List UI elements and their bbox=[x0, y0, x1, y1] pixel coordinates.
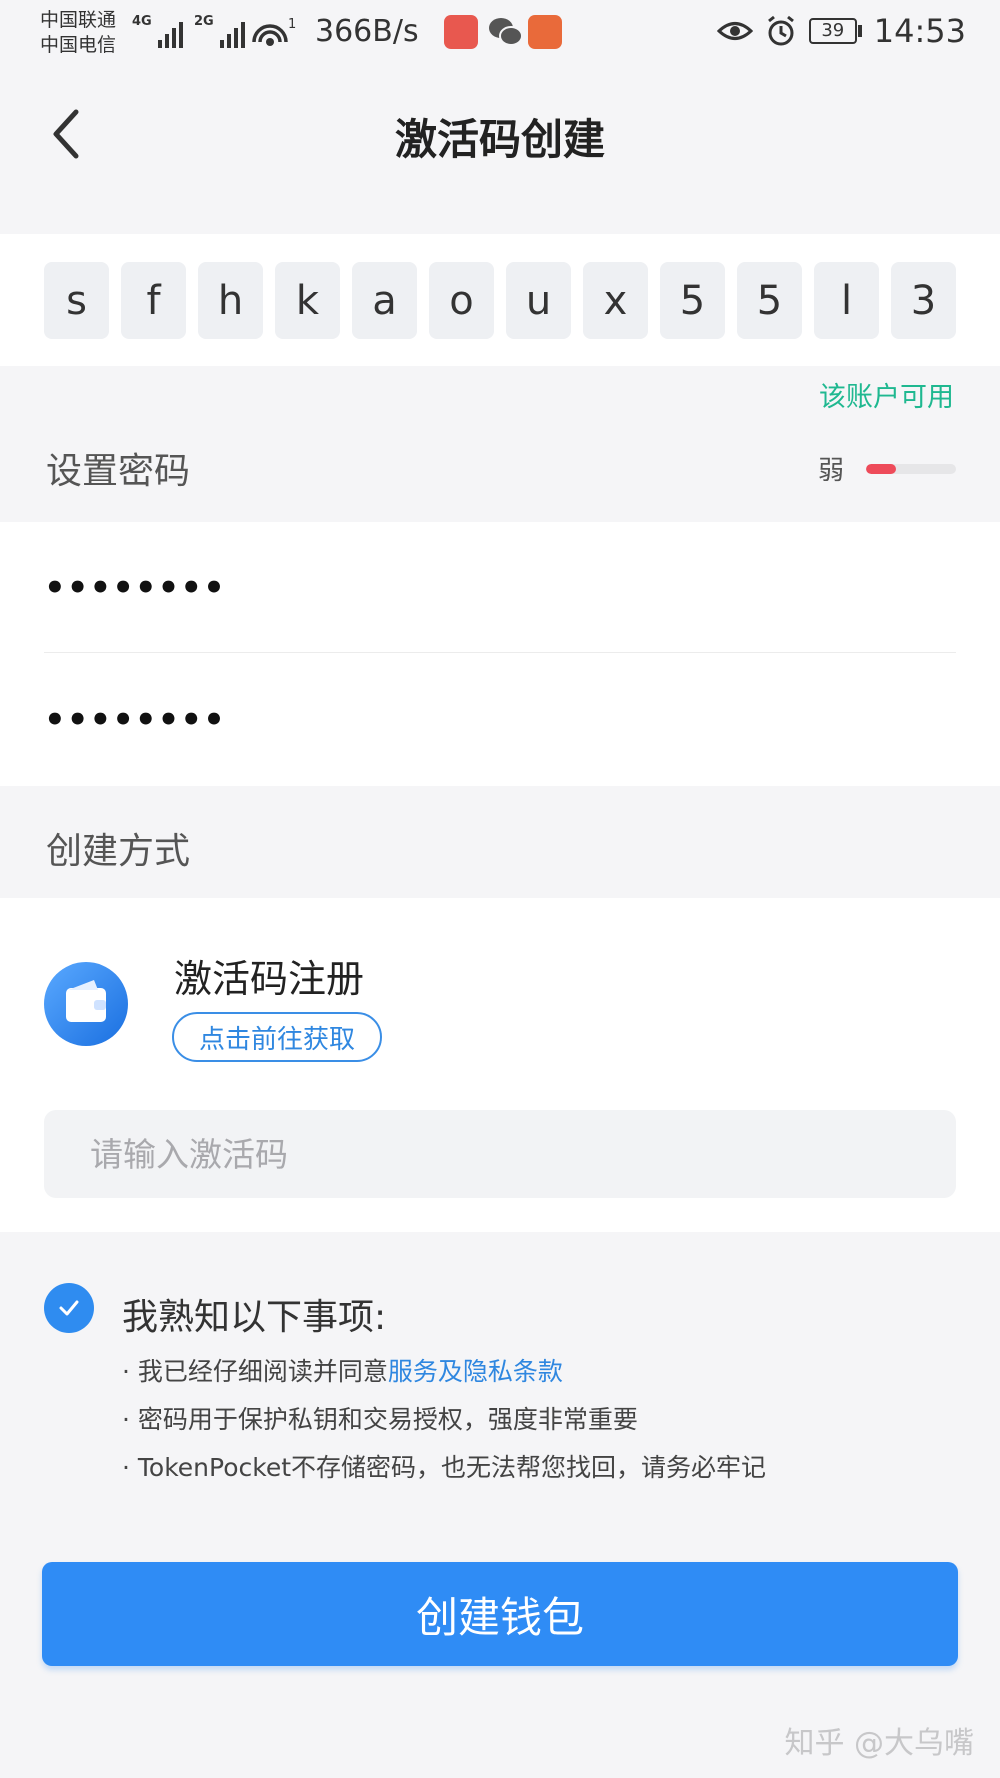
signal-icon: 4G bbox=[132, 14, 183, 48]
code-char-box: x bbox=[583, 262, 648, 339]
code-char-box: l bbox=[814, 262, 879, 339]
code-char-box: 5 bbox=[660, 262, 725, 339]
app-notification-icon-2 bbox=[528, 15, 562, 49]
hotspot-icon: 1 bbox=[252, 17, 296, 46]
agreement-title: 我熟知以下事项: bbox=[122, 1297, 387, 1338]
network-speed: 366B/s bbox=[315, 14, 419, 49]
agreement-line-2: · 密码用于保护私钥和交易授权，强度非常重要 bbox=[122, 1405, 638, 1434]
eye-icon bbox=[716, 22, 753, 40]
create-wallet-button[interactable]: 创建钱包 bbox=[42, 1562, 958, 1666]
code-char-box: u bbox=[506, 262, 571, 339]
method-section-label: 创建方式 bbox=[46, 831, 191, 872]
carrier-1: 中国联通 bbox=[40, 9, 117, 31]
status-time: 14:53 bbox=[873, 12, 966, 50]
status-bar: 中国联通 中国电信 4G 2G 1 366B/s 39 14:53 bbox=[0, 0, 1000, 68]
password-strength-label: 弱 bbox=[817, 456, 844, 486]
check-icon bbox=[59, 1300, 79, 1316]
agreement-checkbox[interactable] bbox=[44, 1283, 94, 1333]
agreement-line-3: · TokenPocket不存储密码，也无法帮您找回，请务必牢记 bbox=[122, 1453, 767, 1482]
code-char-box: a bbox=[352, 262, 417, 339]
wechat-icon bbox=[489, 18, 523, 46]
password-strength-fill bbox=[866, 463, 896, 474]
password-strength-bar bbox=[866, 463, 956, 474]
code-char-box: 5 bbox=[737, 262, 802, 339]
activation-code-input[interactable] bbox=[44, 1110, 956, 1198]
code-char-box: 3 bbox=[891, 262, 956, 339]
alarm-icon bbox=[767, 15, 794, 46]
confirm-password-field[interactable]: •••••••• bbox=[44, 654, 956, 786]
nav-bar: 激活码创建 bbox=[0, 68, 1000, 198]
battery-icon: 39 bbox=[808, 18, 862, 44]
code-char-box: h bbox=[198, 262, 263, 339]
hotspot-count: 1 bbox=[288, 17, 296, 32]
method-section: 激活码注册 点击前往获取 bbox=[0, 898, 1000, 1232]
carrier-2: 中国电信 bbox=[40, 34, 117, 56]
battery-level: 39 bbox=[808, 18, 857, 44]
password-strength: 弱 bbox=[818, 450, 956, 487]
code-char-box: f bbox=[121, 262, 186, 339]
terms-link[interactable]: 服务及隐私条款 bbox=[388, 1357, 563, 1386]
signal-icon-2: 2G bbox=[194, 14, 245, 48]
network-type-2: 2G bbox=[194, 14, 214, 29]
method-name: 激活码注册 bbox=[174, 957, 365, 1001]
network-type-1: 4G bbox=[132, 14, 152, 29]
divider bbox=[44, 652, 956, 653]
account-code-row: sfhkaoux55l3 bbox=[44, 262, 956, 339]
password-section-label: 设置密码 bbox=[46, 451, 191, 492]
page-title: 激活码创建 bbox=[394, 115, 605, 164]
app-notification-icon bbox=[444, 15, 478, 49]
password-field[interactable]: •••••••• bbox=[44, 522, 956, 654]
password-fields: •••••••• •••••••• bbox=[0, 522, 1000, 786]
code-char-box: k bbox=[275, 262, 340, 339]
status-right: 39 14:53 bbox=[716, 12, 966, 50]
wallet-icon bbox=[44, 962, 128, 1046]
account-code-section: sfhkaoux55l3 bbox=[0, 234, 1000, 366]
agreement-line-1-text: · 我已经仔细阅读并同意 bbox=[122, 1357, 388, 1386]
get-activation-code-button[interactable]: 点击前往获取 bbox=[172, 1012, 382, 1062]
watermark: 知乎 @大乌嘴 bbox=[784, 1726, 974, 1761]
agreement-line-1: · 我已经仔细阅读并同意服务及隐私条款 bbox=[122, 1352, 563, 1388]
code-char-box: s bbox=[44, 262, 109, 339]
carrier-info: 中国联通 中国电信 bbox=[40, 8, 116, 58]
availability-status: 该账户可用 bbox=[819, 382, 954, 413]
code-char-box: o bbox=[429, 262, 494, 339]
